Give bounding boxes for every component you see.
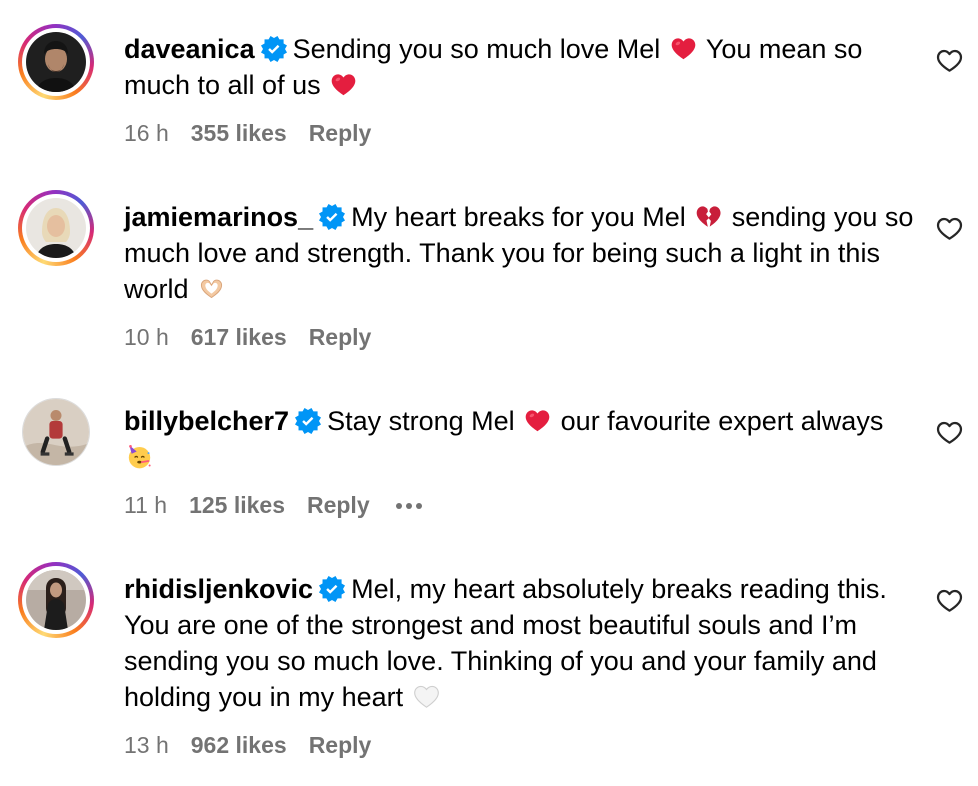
- verified-badge-icon: [261, 36, 287, 62]
- reply-button[interactable]: Reply: [309, 118, 372, 148]
- red-heart-icon: [524, 407, 551, 434]
- comment-time[interactable]: 11 h: [124, 490, 167, 520]
- comment-text: jamiemarinos_ My heart breaks for you Mel…: [124, 199, 914, 307]
- heart-outline-icon[interactable]: [936, 587, 963, 614]
- comment-username[interactable]: daveanica: [124, 34, 255, 64]
- comment-username[interactable]: jamiemarinos_: [124, 202, 313, 232]
- avatar-image: [26, 570, 86, 630]
- verified-badge-icon: [295, 408, 321, 434]
- red-heart-icon: [670, 35, 697, 62]
- person-photo-icon: [23, 399, 89, 465]
- heart-outline-icon[interactable]: [936, 47, 963, 74]
- comment-meta: 16 h 355 likes Reply: [124, 118, 393, 148]
- comment-time[interactable]: 10 h: [124, 322, 169, 352]
- reply-button[interactable]: Reply: [309, 322, 372, 352]
- heart-hands-icon: [198, 275, 225, 302]
- person-photo-icon: [26, 198, 86, 258]
- comment-text: rhidisljenkovic Mel, my heart absolutely …: [124, 571, 914, 715]
- comment-meta: 13 h 962 likes Reply: [124, 730, 393, 760]
- comment-time[interactable]: 16 h: [124, 118, 169, 148]
- comment-likes[interactable]: 125 likes: [189, 490, 285, 520]
- person-photo-icon: [26, 32, 86, 92]
- partying-face-icon: [126, 443, 153, 470]
- avatar-image: [23, 399, 89, 465]
- person-photo-icon: [26, 570, 86, 630]
- comment-text: billybelcher7 Stay strong Mel our favouri…: [124, 403, 914, 475]
- verified-badge-icon: [319, 576, 345, 602]
- comment-likes[interactable]: 355 likes: [191, 118, 287, 148]
- avatar[interactable]: [18, 24, 94, 100]
- comment-text: daveanica Sending you so much love Mel Yo…: [124, 31, 914, 103]
- comment-username[interactable]: rhidisljenkovic: [124, 574, 313, 604]
- red-heart-icon: [330, 71, 357, 98]
- white-heart-icon: [413, 683, 440, 710]
- comment-text-part: our favourite expert always: [553, 406, 884, 436]
- comment-text-part: Sending you so much love Mel: [292, 34, 668, 64]
- comment-text-part: My heart breaks for you Mel: [351, 202, 694, 232]
- more-options-icon[interactable]: [392, 490, 426, 520]
- verified-badge-icon: [319, 204, 345, 230]
- comment-likes[interactable]: 617 likes: [191, 322, 287, 352]
- heart-outline-icon[interactable]: [936, 215, 963, 242]
- comment-likes[interactable]: 962 likes: [191, 730, 287, 760]
- comment-text-part: Stay strong Mel: [327, 406, 523, 436]
- heart-outline-icon[interactable]: [936, 419, 963, 446]
- avatar-image: [26, 198, 86, 258]
- reply-button[interactable]: Reply: [309, 730, 372, 760]
- comment-meta: 11 h 125 likes Reply: [124, 490, 448, 520]
- broken-heart-icon: [695, 203, 722, 230]
- avatar[interactable]: [18, 562, 94, 638]
- avatar[interactable]: [18, 190, 94, 266]
- avatar[interactable]: [22, 398, 90, 466]
- comment-time[interactable]: 13 h: [124, 730, 169, 760]
- avatar-image: [26, 32, 86, 92]
- reply-button[interactable]: Reply: [307, 490, 370, 520]
- comment-username[interactable]: billybelcher7: [124, 406, 289, 436]
- comment-meta: 10 h 617 likes Reply: [124, 322, 393, 352]
